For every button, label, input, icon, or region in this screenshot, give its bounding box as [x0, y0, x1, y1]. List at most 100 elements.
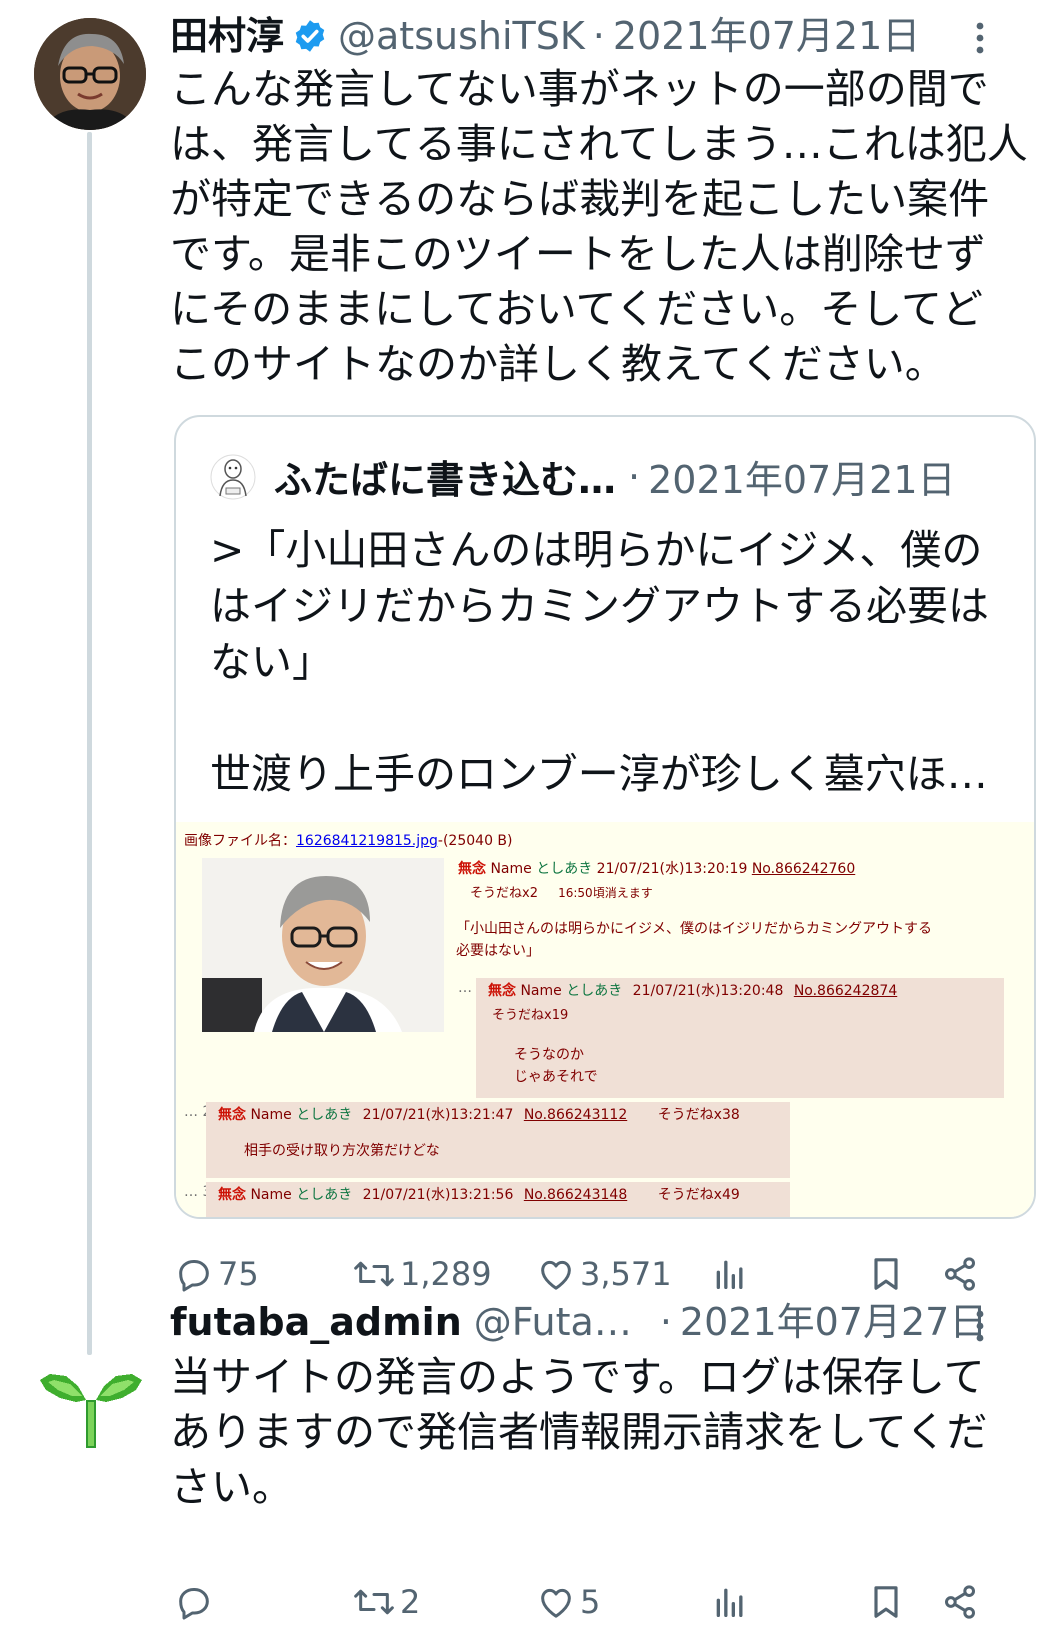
post-datetime: 21/07/21(水)13:21:47 — [362, 1107, 514, 1123]
op-post-meta: そうだねx2 16:50頃消えます — [470, 882, 653, 901]
tweet-1-text: こんな発言してない事がネットの一部の間で は、発言してる事にされてしまう…これは… — [170, 62, 1040, 392]
text-line: は、発言してる事にされてしまう…これは犯人 — [170, 120, 1028, 168]
quoted-avatar-icon — [210, 454, 256, 499]
text-line — [210, 690, 1010, 746]
bookmark-button[interactable] — [866, 1254, 906, 1294]
retweet-icon — [354, 1589, 394, 1615]
image-file-label: 画像ファイル名：1626841219815.jpg-(25040 B) — [184, 830, 513, 850]
tweet-1-action-bar: 75 1,289 3,571 — [174, 1254, 1036, 1304]
quoted-tweet-text: >「小山田さんのは明らかにイジメ、僕の はイジリだからカミングアウトする必要は … — [210, 522, 1010, 802]
soudane-count: そうだねx49 — [657, 1187, 740, 1203]
text-line: が特定できるのならば裁判を起こしたい案件 — [170, 175, 990, 223]
post-number: No.866242760 — [751, 861, 856, 877]
quoted-author-name: ふたばに書き込む… — [274, 458, 617, 502]
like-button[interactable]: 3,571 — [536, 1254, 672, 1294]
like-icon — [541, 1588, 571, 1618]
retweet-icon — [354, 1261, 394, 1287]
tweet-2-header: futaba_admin @Futa… · 2021年07月27日 — [170, 1300, 987, 1344]
like-icon — [541, 1260, 571, 1290]
tweet-2-text: 当サイトの発言のようです。ログは保存して ありますので発信者情報開示請求をしてく… — [170, 1350, 1040, 1515]
reply-icon — [179, 1260, 209, 1292]
text-line: です。是非このツイートをした人は削除せず — [170, 230, 986, 278]
author-name[interactable]: 田村淳 — [170, 14, 284, 58]
share-button[interactable] — [940, 1582, 980, 1622]
post-datetime: 21/07/21(水)13:21:56 — [362, 1187, 514, 1203]
op-post-body-line: 必要はない」 — [456, 943, 540, 959]
retweet-count: 2 — [400, 1583, 421, 1621]
more-icon[interactable] — [970, 1306, 990, 1346]
views-button[interactable] — [710, 1254, 750, 1294]
reply-icon — [179, 1588, 209, 1620]
poster-name: としあき — [296, 1187, 353, 1203]
reply-button[interactable] — [174, 1582, 218, 1622]
text-line: 当サイトの発言のようです。ログは保存して — [170, 1353, 985, 1401]
text-line: にそのままにしておいてください。そしてど — [170, 285, 984, 333]
file-label: 画像ファイル名： — [184, 833, 296, 849]
op-post-body-line: 「小山田さんのは明らかにイジメ、僕のはイジリだからカミングアウトする — [456, 921, 932, 937]
views-icon — [716, 1260, 743, 1289]
expire-time: 16:50頃消えます — [558, 886, 653, 900]
avatar[interactable] — [34, 18, 146, 130]
poster-name: としあき — [536, 861, 593, 877]
quoted-media-image[interactable]: 画像ファイル名：1626841219815.jpg-(25040 B) 無念 N… — [176, 822, 1034, 1217]
bookmark-icon — [874, 1258, 898, 1290]
reply-post: 無念 Name としあき 21/07/21(水)13:20:48 No.8662… — [476, 978, 1004, 1098]
name-label: Name — [250, 1107, 292, 1123]
post-number: No.866242874 — [793, 983, 898, 999]
text-line: 世渡り上手のロンブー淳が珍しく墓穴ほ… — [210, 750, 988, 798]
post-datetime: 21/07/21(水)13:20:48 — [632, 983, 784, 999]
post-number: No.866243148 — [523, 1187, 628, 1203]
author-handle[interactable]: @atsushiTSK — [338, 14, 585, 58]
more-icon[interactable] — [970, 18, 990, 58]
avatar-photo — [34, 18, 146, 130]
file-size: -(25040 B) — [437, 833, 513, 849]
author-name[interactable]: futaba_admin — [170, 1300, 462, 1344]
poster-name: としあき — [296, 1107, 353, 1123]
share-button[interactable] — [940, 1254, 980, 1294]
quoted-tweet-header: ふたばに書き込む… · 2021年07月21日 — [210, 449, 956, 504]
poster-name: としあき — [566, 983, 623, 999]
post-number: No.866243112 — [523, 1107, 628, 1123]
tweet-date[interactable]: 2021年07月21日 — [613, 14, 920, 58]
separator-dot: · — [628, 454, 641, 499]
tweet-date[interactable]: 2021年07月27日 — [680, 1300, 987, 1344]
share-icon — [945, 1257, 975, 1291]
retweet-button[interactable]: 2 — [352, 1582, 420, 1622]
like-count: 5 — [580, 1583, 601, 1621]
like-count: 3,571 — [580, 1255, 672, 1293]
soudane-count: そうだねx19 — [492, 1008, 569, 1023]
name-label: Name — [250, 1187, 292, 1203]
text-line: こんな発言してない事がネットの一部の間で — [170, 65, 989, 113]
reply-header: 無念 Name としあき 21/07/21(水)13:21:56 No.8662… — [218, 1184, 740, 1204]
reply-button[interactable]: 75 — [174, 1254, 259, 1294]
views-button[interactable] — [710, 1582, 750, 1622]
post-title: 無念 — [458, 861, 486, 877]
retweet-button[interactable]: 1,289 — [352, 1254, 492, 1294]
quoted-tweet-date: 2021年07月21日 — [648, 458, 956, 502]
separator-dot: · — [592, 14, 605, 58]
file-link: 1626841219815.jpg — [296, 833, 438, 849]
reply-header: 無念 Name としあき 21/07/21(水)13:21:47 No.8662… — [218, 1104, 740, 1124]
post-title: 無念 — [218, 1187, 246, 1203]
separator-dot: · — [659, 1300, 672, 1344]
tweet-2-action-bar: 2 5 — [174, 1582, 1036, 1632]
share-icon — [945, 1585, 975, 1619]
retweet-count: 1,289 — [400, 1255, 492, 1293]
reply-count: 75 — [218, 1255, 259, 1293]
reply-body-line: じゃあそれで — [514, 1069, 598, 1085]
photo-portrait — [202, 858, 444, 1032]
reply-body-line: そうなのか — [514, 1047, 584, 1063]
reply-post: 無念 Name としあき 21/07/21(水)13:21:47 No.8662… — [206, 1102, 790, 1178]
post-title: 無念 — [218, 1107, 246, 1123]
bookmark-button[interactable] — [866, 1582, 906, 1622]
text-line: さい。 — [170, 1463, 293, 1511]
name-label: Name — [490, 861, 532, 877]
text-line: ありますので発信者情報開示請求をしてくだ — [170, 1408, 988, 1456]
avatar[interactable] — [38, 1350, 144, 1456]
reply-post: 無念 Name としあき 21/07/21(水)13:21:56 No.8662… — [206, 1182, 790, 1217]
like-button[interactable]: 5 — [536, 1582, 600, 1622]
quoted-tweet-card[interactable]: ふたばに書き込む… · 2021年07月21日 >「小山田さんのは明らかにイジメ… — [174, 415, 1036, 1219]
text-line: >「小山田さんのは明らかにイジメ、僕の — [210, 526, 983, 574]
views-icon — [716, 1588, 743, 1617]
author-handle[interactable]: @Futa… — [474, 1300, 632, 1344]
